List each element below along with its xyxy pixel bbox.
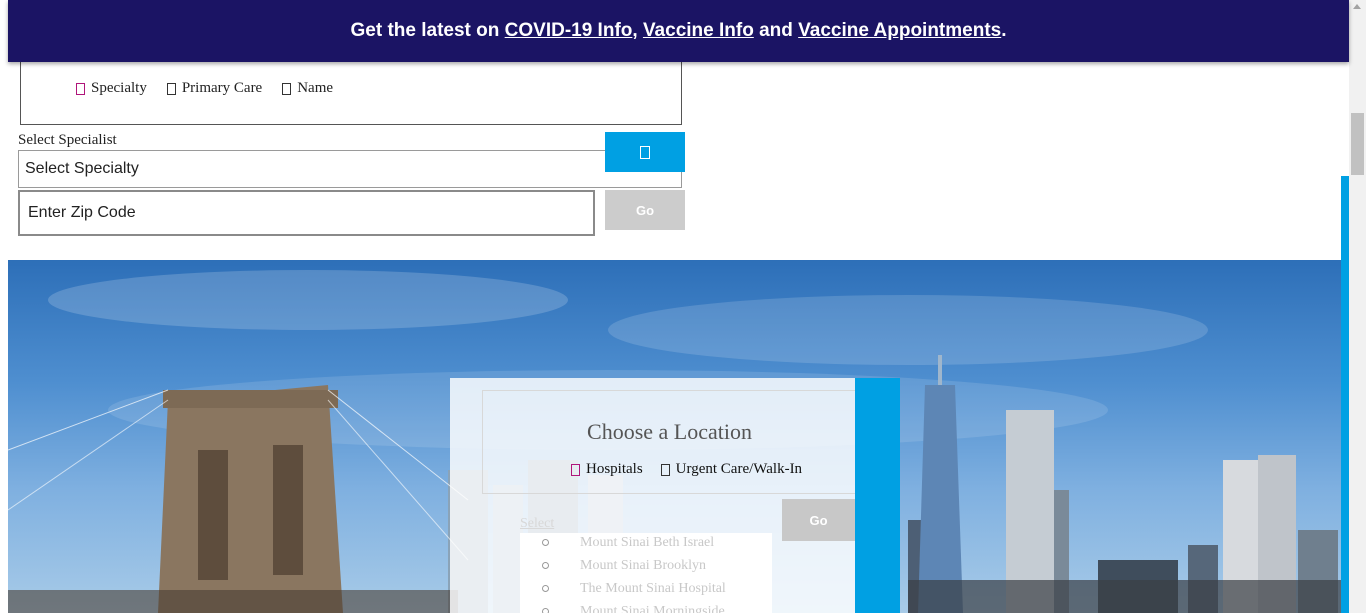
radio-unselected-icon: [660, 463, 670, 476]
location-option[interactable]: Mount Sinai Brooklyn: [520, 556, 772, 579]
vertical-scrollbar[interactable]: [1349, 0, 1366, 613]
radio-specialty[interactable]: Specialty: [76, 80, 147, 97]
radio-unselected-icon: [282, 82, 292, 95]
specialty-select[interactable]: Select Specialty: [18, 150, 682, 188]
location-option[interactable]: The Mount Sinai Hospital: [520, 579, 772, 602]
location-side-bar: [855, 378, 900, 613]
location-dropdown-list: Mount Sinai Beth Israel Mount Sinai Broo…: [520, 533, 772, 613]
location-title: Choose a Location: [587, 419, 752, 444]
search-button[interactable]: [605, 132, 685, 172]
radio-urgent-care[interactable]: Urgent Care/Walk-In: [660, 461, 803, 478]
scroll-up-icon[interactable]: [1353, 4, 1361, 9]
location-go-button[interactable]: Go: [782, 499, 855, 541]
banner-and: and: [753, 20, 799, 41]
banner-prefix: Get the latest on: [350, 20, 505, 41]
radio-selected-icon: [76, 82, 85, 95]
vaccine-info-link[interactable]: Vaccine Info: [643, 20, 754, 42]
radio-name[interactable]: Name: [282, 80, 333, 97]
radio-hospitals[interactable]: Hospitals: [571, 461, 643, 478]
radio-selected-icon: [571, 463, 580, 476]
location-type-options: Hospitals Urgent Care/Walk-In: [571, 461, 802, 478]
accent-strip: [1341, 176, 1349, 613]
search-type-box: Specialty Primary Care Name: [20, 60, 682, 125]
radio-urgent-care-label: Urgent Care/Walk-In: [675, 461, 803, 477]
covid-info-link[interactable]: COVID-19 Info: [505, 20, 633, 42]
select-specialist-label: Select Specialist: [18, 132, 117, 148]
search-type-options: Specialty Primary Care Name: [76, 80, 333, 97]
radio-primary-care-label: Primary Care: [181, 80, 263, 96]
location-option[interactable]: Mount Sinai Beth Israel: [520, 533, 772, 556]
scroll-thumb[interactable]: [1351, 113, 1364, 175]
specialist-go-button[interactable]: Go: [605, 190, 685, 230]
banner-comma: ,: [632, 20, 643, 41]
radio-hospitals-label: Hospitals: [586, 461, 643, 477]
vaccine-appointments-link[interactable]: Vaccine Appointments: [798, 20, 1001, 42]
location-option[interactable]: Mount Sinai Morningside: [520, 602, 772, 613]
banner-suffix: .: [1001, 20, 1007, 41]
location-select-dropdown[interactable]: Select: [520, 516, 554, 532]
radio-specialty-label: Specialty: [91, 80, 147, 96]
zip-code-input[interactable]: Enter Zip Code: [18, 190, 595, 236]
radio-primary-care[interactable]: Primary Care: [166, 80, 263, 97]
radio-unselected-icon: [166, 82, 176, 95]
covid-banner: Get the latest on COVID-19 Info , Vaccin…: [8, 0, 1349, 62]
location-inner-box: Choose a Location Hospitals Urgent Care/…: [482, 390, 857, 494]
radio-name-label: Name: [297, 80, 334, 96]
search-icon: [640, 145, 650, 159]
